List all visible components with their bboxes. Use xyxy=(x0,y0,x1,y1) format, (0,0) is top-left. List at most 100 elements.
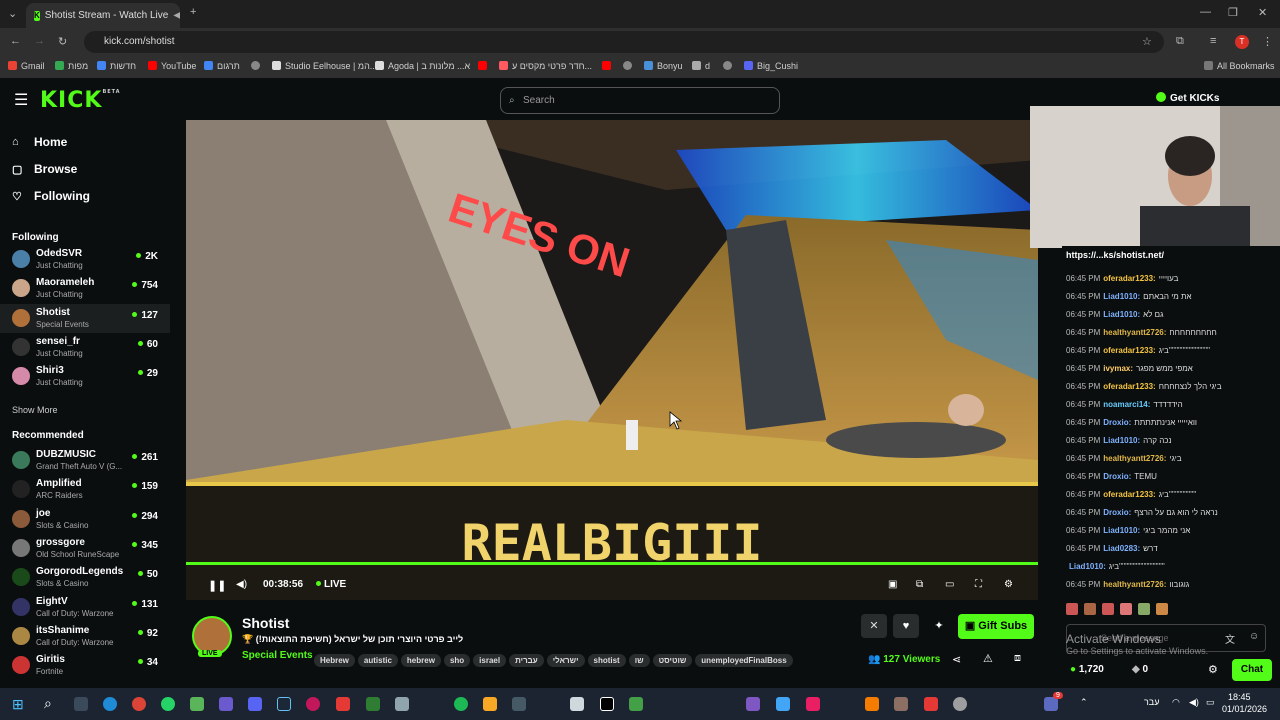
battery-icon[interactable]: ▭ xyxy=(1206,697,1215,708)
sidebar-channel-shotist[interactable]: Shotist Special Events 127 xyxy=(0,303,170,333)
get-kicks-button[interactable]: Get KICKs xyxy=(1156,92,1219,104)
message-user[interactable]: oferadar1233: xyxy=(1103,490,1155,499)
sidebar-channel-dubzmusic[interactable]: DUBZMUSIC Grand Theft Auto V (G... 261 xyxy=(0,446,170,475)
spotify-icon[interactable] xyxy=(454,697,468,711)
back-icon[interactable]: ← xyxy=(10,35,21,47)
tag-chip[interactable]: shotist xyxy=(587,654,626,667)
message-user[interactable]: oferadar1233: xyxy=(1103,382,1155,391)
bookmark-youtube-3[interactable] xyxy=(602,61,615,71)
pause-icon[interactable]: ❚❚ xyxy=(208,579,226,592)
sidebar-channel-gorgorodlegends[interactable]: GorgorodLegends Slots & Casino 50 xyxy=(0,563,170,592)
menu-dots-icon[interactable]: ⋮ xyxy=(1262,35,1273,48)
app-icon[interactable] xyxy=(366,697,380,711)
volume-icon[interactable]: ◀) xyxy=(236,579,247,590)
bookmark-studio[interactable]: Studio Eelhouse | המ... xyxy=(272,61,377,71)
forward-icon[interactable]: → xyxy=(34,35,45,47)
app-icon[interactable] xyxy=(776,697,790,711)
message-user[interactable]: Liad1010: xyxy=(1069,562,1106,571)
bookmark-gmail[interactable]: Gmail xyxy=(8,61,45,71)
nav-browse[interactable]: ▢ Browse xyxy=(12,162,77,176)
search-input[interactable]: ⌕ Search xyxy=(500,87,780,114)
sparkle-icon[interactable]: ✦ xyxy=(926,614,952,638)
chrome-icon[interactable] xyxy=(132,697,146,711)
bookmark-star-icon[interactable]: ☆ xyxy=(1142,35,1152,48)
emote-icon[interactable] xyxy=(1138,603,1150,615)
tag-chip[interactable]: ישראלי xyxy=(546,654,585,667)
sidebar-channel-odedsvr[interactable]: OdedSVR Just Chatting 2K xyxy=(0,245,170,274)
taskbar-search-icon[interactable]: ⌕ xyxy=(44,695,52,712)
message-user[interactable]: oferadar1233: xyxy=(1103,274,1155,283)
tag-chip[interactable]: israel xyxy=(473,654,507,667)
app-icon[interactable] xyxy=(894,697,908,711)
kick-logo[interactable]: KICKBETA xyxy=(40,88,121,113)
gift-subs-button[interactable]: ▣ Gift Subs xyxy=(958,614,1034,639)
sidebar-channel-shiri3[interactable]: Shiri3 Just Chatting 29 xyxy=(0,362,170,391)
tag-chip[interactable]: unemployedFinalBoss xyxy=(695,654,793,667)
follow-heart-icon[interactable]: ♥ xyxy=(893,614,919,638)
browser-tab[interactable]: K Shotist Stream - Watch Live ◀) ✕ xyxy=(26,3,180,28)
app-icon[interactable] xyxy=(924,697,938,711)
bookmark-bigcushi[interactable]: Big_Cushi xyxy=(744,61,798,71)
message-user[interactable]: Droxio: xyxy=(1103,472,1131,481)
points-balance[interactable]: ◆ 0 xyxy=(1132,664,1148,675)
sidebar-channel-sensei_fr[interactable]: sensei_fr Just Chatting 60 xyxy=(0,333,170,362)
clock-time[interactable]: 18:45 xyxy=(1228,692,1251,702)
emote-icon[interactable] xyxy=(1066,603,1078,615)
report-icon[interactable]: ⚠ xyxy=(983,652,993,665)
all-bookmarks[interactable]: All Bookmarks xyxy=(1204,61,1275,71)
bookmark-maps[interactable]: מפות xyxy=(55,61,88,71)
message-user[interactable]: Liad1010: xyxy=(1103,292,1140,301)
show-more-link[interactable]: Show More xyxy=(12,405,58,415)
sidebar-channel-eightv[interactable]: EightV Call of Duty: Warzone 131 xyxy=(0,593,170,622)
app-icon[interactable] xyxy=(600,697,614,711)
share-icon[interactable]: ⋖ xyxy=(952,653,961,666)
video-player[interactable]: EYES ON REALBIGIII xyxy=(186,120,1038,600)
app-icon[interactable] xyxy=(512,697,526,711)
more-options-icon[interactable]: ⧈ xyxy=(1014,652,1021,665)
tag-chip[interactable]: עברית xyxy=(509,654,544,667)
bookmark-globe-2[interactable] xyxy=(623,61,636,71)
notification-app-icon[interactable] xyxy=(1044,697,1058,711)
app-icon[interactable] xyxy=(570,697,584,711)
media-icon[interactable]: ≡ xyxy=(1210,35,1216,47)
close-window-icon[interactable]: ✕ xyxy=(1258,6,1267,19)
message-user[interactable]: Liad0283: xyxy=(1103,544,1140,553)
message-user[interactable]: Liad1010: xyxy=(1103,310,1140,319)
tag-chip[interactable]: שו xyxy=(628,654,650,667)
edge-icon[interactable] xyxy=(103,697,117,711)
emoji-icon[interactable]: ☺ xyxy=(1249,631,1259,642)
message-user[interactable]: oferadar1233: xyxy=(1103,346,1155,355)
steam-icon[interactable] xyxy=(277,697,291,711)
bookmark-room[interactable]: חדר פרטי מקסים ע... xyxy=(499,61,592,71)
bookmark-globe[interactable] xyxy=(251,61,264,71)
media-player-icon[interactable] xyxy=(336,697,350,711)
message-user[interactable]: healthyantt2726: xyxy=(1103,580,1166,589)
discord-icon[interactable] xyxy=(248,697,262,711)
file-explorer-icon[interactable] xyxy=(483,697,497,711)
volume-tray-icon[interactable]: ◀) xyxy=(1189,697,1199,708)
theater-mode-icon[interactable]: ▭ xyxy=(945,579,954,590)
hamburger-menu-icon[interactable]: ☰ xyxy=(14,90,28,110)
sidebar-channel-grossgore[interactable]: grossgore Old School RuneScape 345 xyxy=(0,534,170,563)
windows-start-icon[interactable]: ⊞ xyxy=(12,696,24,713)
xbox-icon[interactable] xyxy=(190,697,204,711)
bookmark-translate[interactable]: תרגום xyxy=(204,61,240,71)
tag-chip[interactable]: שוטיסט xyxy=(652,654,693,667)
message-user[interactable]: ivymax: xyxy=(1103,364,1133,373)
profile-avatar[interactable]: T xyxy=(1235,35,1249,49)
channel-name[interactable]: Shotist xyxy=(242,615,289,631)
sidebar-channel-amplified[interactable]: Amplified ARC Raiders 159 xyxy=(0,475,170,504)
url-field[interactable]: kick.com/shotist xyxy=(84,31,1164,53)
kicks-balance[interactable]: ● 1,720 xyxy=(1070,664,1104,675)
app-icon[interactable] xyxy=(865,697,879,711)
tag-chip[interactable]: autistic xyxy=(357,654,398,667)
tag-chip[interactable]: hebrew xyxy=(400,654,441,667)
clock-date[interactable]: 01/01/2026 xyxy=(1222,704,1267,714)
message-user[interactable]: Liad1010: xyxy=(1103,526,1140,535)
app-icon[interactable] xyxy=(395,697,409,711)
app-icon[interactable] xyxy=(746,697,760,711)
tab-list-icon[interactable]: ⌄ xyxy=(8,7,17,20)
message-user[interactable]: noamarci14: xyxy=(1103,400,1150,409)
app-icon[interactable] xyxy=(219,697,233,711)
emote-icon[interactable] xyxy=(1120,603,1132,615)
